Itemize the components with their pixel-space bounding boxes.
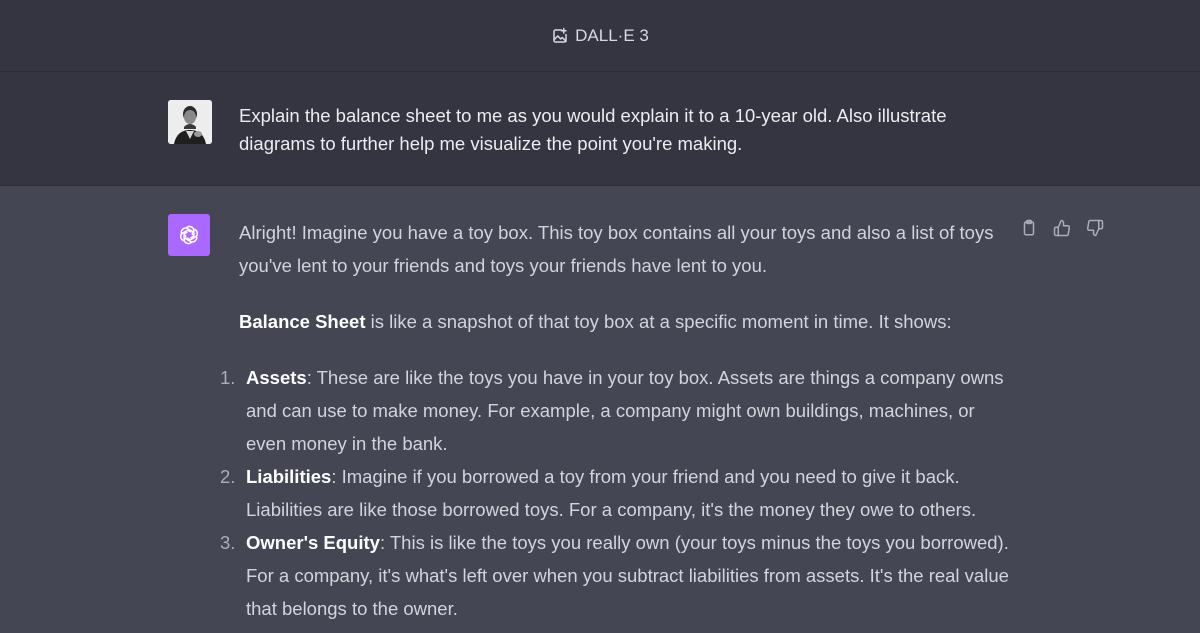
assistant-message: Alright! Imagine you have a toy box. Thi…: [0, 186, 1200, 633]
top-bar: DALL·E 3: [0, 0, 1200, 72]
thumbs-down-icon: [1086, 219, 1104, 237]
thumbs-down-button[interactable]: [1085, 218, 1105, 238]
list-number: 1.: [220, 367, 236, 388]
thumbs-up-icon: [1053, 219, 1071, 237]
message-actions: [1019, 218, 1105, 238]
balance-sheet-term: Balance Sheet: [239, 311, 366, 332]
user-message: Explain the balance sheet to me as you w…: [0, 72, 1200, 186]
copy-button[interactable]: [1019, 218, 1039, 238]
list-item-liabilities: 2. Liabilities: Imagine if you borrowed a…: [220, 460, 1009, 526]
clipboard-icon: [1023, 219, 1035, 236]
list-item-owners-equity: 3. Owner's Equity: This is like the toys …: [220, 526, 1009, 625]
list-item-assets: 1. Assets: These are like the toys you ha…: [220, 361, 1009, 460]
user-message-text: Explain the balance sheet to me as you w…: [239, 105, 947, 154]
model-name: DALL·E 3: [575, 25, 649, 45]
list-term: Assets: [246, 367, 307, 388]
balance-sheet-paragraph: Balance Sheet is like a snapshot of that…: [239, 305, 1009, 338]
list-term: Liabilities: [246, 466, 332, 487]
list-text: : These are like the toys you have in yo…: [246, 367, 1004, 454]
list-number: 2.: [220, 466, 236, 487]
assistant-message-content: Alright! Imagine you have a toy box. Thi…: [220, 216, 1009, 625]
list-number: 3.: [220, 532, 236, 553]
definition-list: 1. Assets: These are like the toys you ha…: [220, 361, 1009, 625]
user-avatar: [168, 100, 212, 144]
model-indicator[interactable]: DALL·E 3: [551, 26, 649, 46]
balance-sheet-description: is like a snapshot of that toy box at a …: [365, 311, 952, 332]
thumbs-up-button[interactable]: [1052, 218, 1072, 238]
list-text: : Imagine if you borrowed a toy from you…: [246, 466, 977, 520]
intro-paragraph: Alright! Imagine you have a toy box. Thi…: [239, 222, 994, 276]
image-plus-icon: [551, 27, 569, 45]
chatgpt-logo-icon: [168, 214, 210, 256]
list-term: Owner's Equity: [246, 532, 380, 553]
